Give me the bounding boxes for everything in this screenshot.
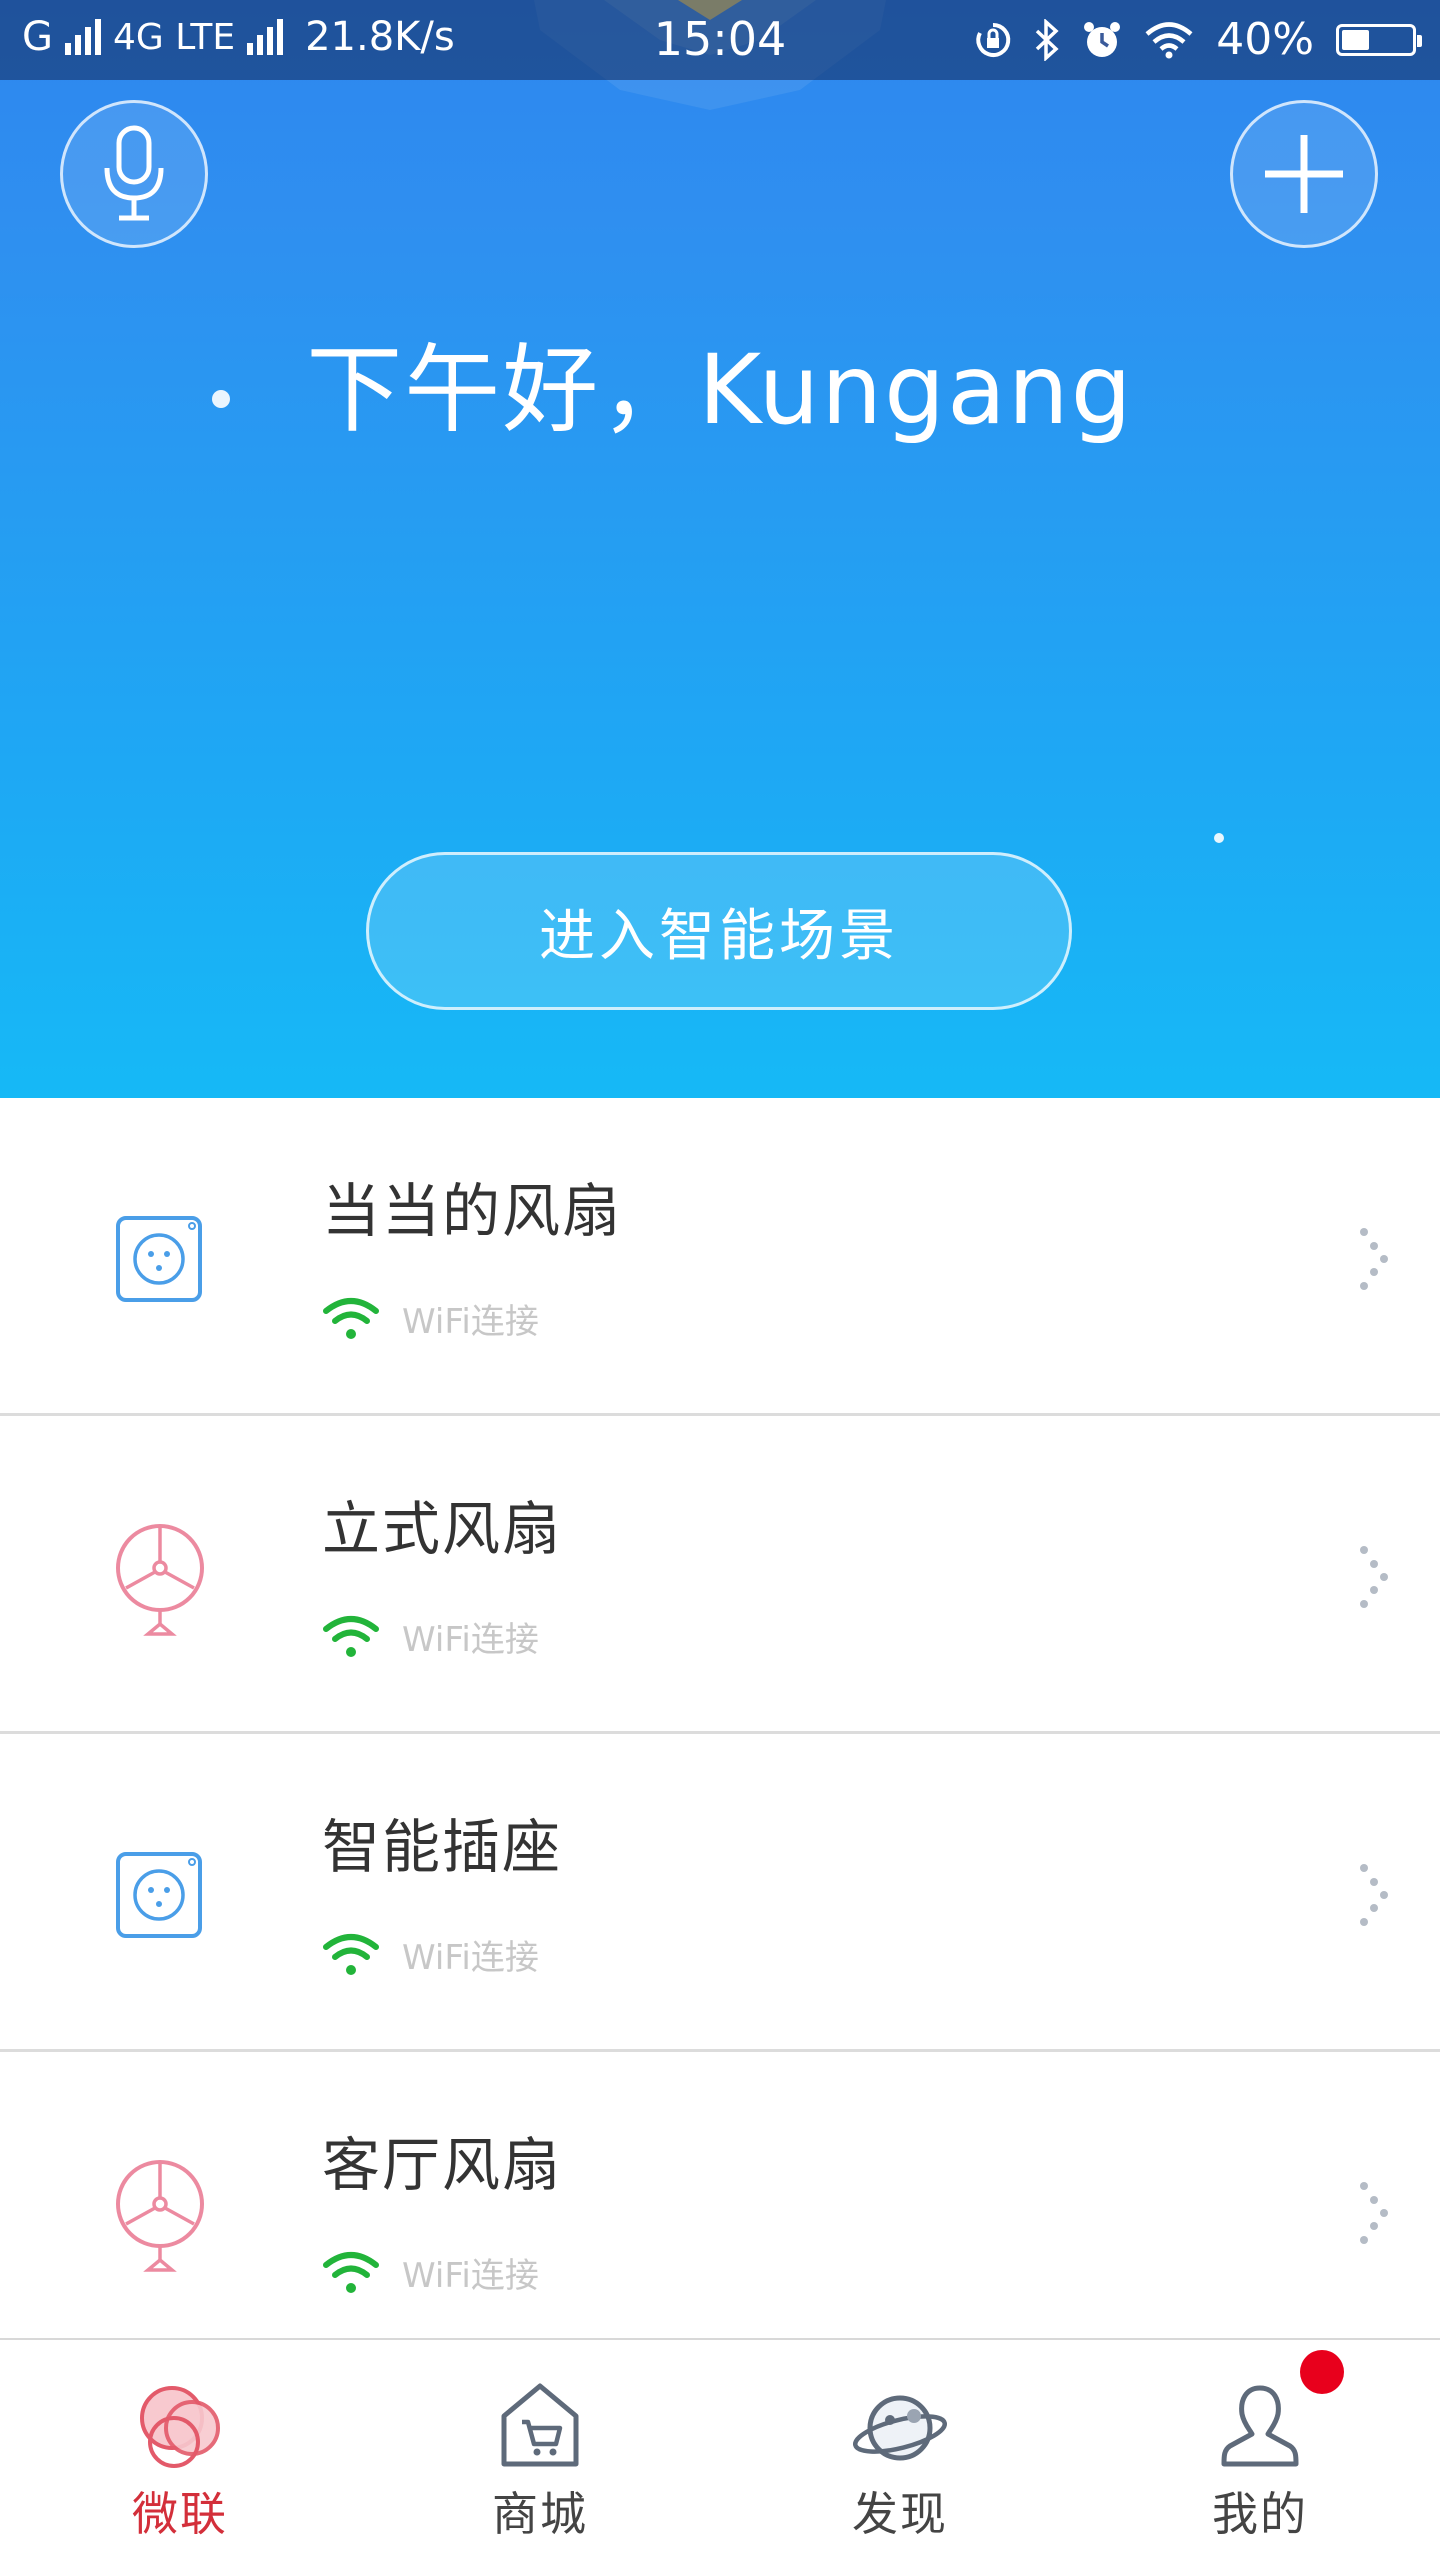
wifi-icon: [1145, 21, 1193, 58]
battery-icon: [1336, 23, 1422, 56]
wifi-icon: [323, 1297, 379, 1339]
weilian-logo-icon: [140, 2386, 220, 2468]
standing-fan-icon: [116, 1524, 204, 1636]
device-item[interactable]: 当当的风扇 WiFi连接: [0, 1098, 1440, 1416]
chevron-right-icon: [1360, 1228, 1388, 1290]
device-item[interactable]: 智能插座 WiFi连接: [0, 1734, 1440, 2052]
connection-status: WiFi连接: [322, 1294, 539, 1343]
wifi-icon: [323, 1615, 379, 1657]
connection-label: WiFi连接: [402, 2256, 539, 2296]
connection-status: WiFi连接: [322, 2248, 539, 2297]
add-device-button[interactable]: [1230, 100, 1378, 248]
tab-label: 发现: [852, 2487, 948, 2541]
smart-socket-icon: [116, 1852, 202, 1938]
connection-label: WiFi连接: [402, 1620, 539, 1660]
status-right: 40%: [974, 14, 1422, 65]
device-name: 当当的风扇: [322, 1177, 623, 1245]
connection-status: WiFi连接: [322, 1612, 539, 1661]
tab-discover[interactable]: 发现: [720, 2340, 1080, 2562]
enter-scene-button[interactable]: 进入智能场景: [366, 852, 1072, 1010]
tab-mine[interactable]: 我的: [1080, 2340, 1440, 2562]
alarm-icon: [1084, 21, 1121, 57]
shop-icon: [501, 2383, 579, 2467]
smart-socket-icon: [116, 1216, 202, 1302]
tab-label: 我的: [1212, 2487, 1308, 2541]
connection-status: WiFi连接: [322, 1930, 539, 1979]
device-name: 客厅风扇: [322, 2131, 563, 2199]
wifi-icon: [323, 2251, 379, 2293]
device-name: 立式风扇: [322, 1495, 563, 1563]
carrier-label: G: [22, 14, 53, 60]
bottom-tab-bar: 微联 商城 发现 我的: [0, 2338, 1440, 2562]
bluetooth-icon: [1035, 18, 1059, 61]
device-name: 智能插座: [322, 1813, 563, 1881]
tab-shop[interactable]: 商城: [360, 2340, 720, 2562]
user-icon: [1221, 2385, 1299, 2467]
planet-icon: [852, 2395, 948, 2461]
battery-percent: 40%: [1216, 14, 1314, 65]
net-speed: 21.8K/s: [305, 14, 455, 60]
tab-label: 微联: [132, 2487, 228, 2541]
device-list: 当当的风扇 WiFi连接 立式风扇 WiFi连接 智能插座 WiFi连接 客厅风…: [0, 1098, 1440, 2370]
chevron-right-icon: [1360, 1546, 1388, 1608]
voice-button[interactable]: [60, 100, 208, 248]
connection-label: WiFi连接: [402, 1938, 539, 1978]
tab-label: 商城: [492, 2487, 588, 2541]
standing-fan-icon: [116, 2160, 204, 2272]
signal-icon: [247, 19, 284, 55]
microphone-icon: [104, 125, 164, 221]
sparkle-dot: [1214, 833, 1224, 843]
chevron-right-icon: [1360, 1864, 1388, 1926]
plus-icon: [1265, 135, 1343, 213]
connection-label: WiFi连接: [402, 1302, 539, 1342]
network-label: 4G LTE: [113, 16, 236, 58]
device-item[interactable]: 立式风扇 WiFi连接: [0, 1416, 1440, 1734]
signal-icon: [65, 19, 101, 55]
wifi-icon: [323, 1933, 379, 1975]
hero-banner: 下午好，Kungang 进入智能场景: [0, 0, 1440, 1098]
notification-badge: [1300, 2350, 1344, 2394]
greeting-text: 下午好，Kungang: [306, 334, 1134, 446]
chevron-right-icon: [1360, 2182, 1388, 2244]
status-bar: G 4G LTE 21.8K/s 15:04 40%: [0, 0, 1440, 80]
tab-weilian[interactable]: 微联: [0, 2340, 360, 2562]
status-left: G 4G LTE 21.8K/s: [22, 14, 455, 60]
device-item[interactable]: 客厅风扇 WiFi连接: [0, 2052, 1440, 2370]
rotation-lock-icon: [976, 22, 1011, 57]
